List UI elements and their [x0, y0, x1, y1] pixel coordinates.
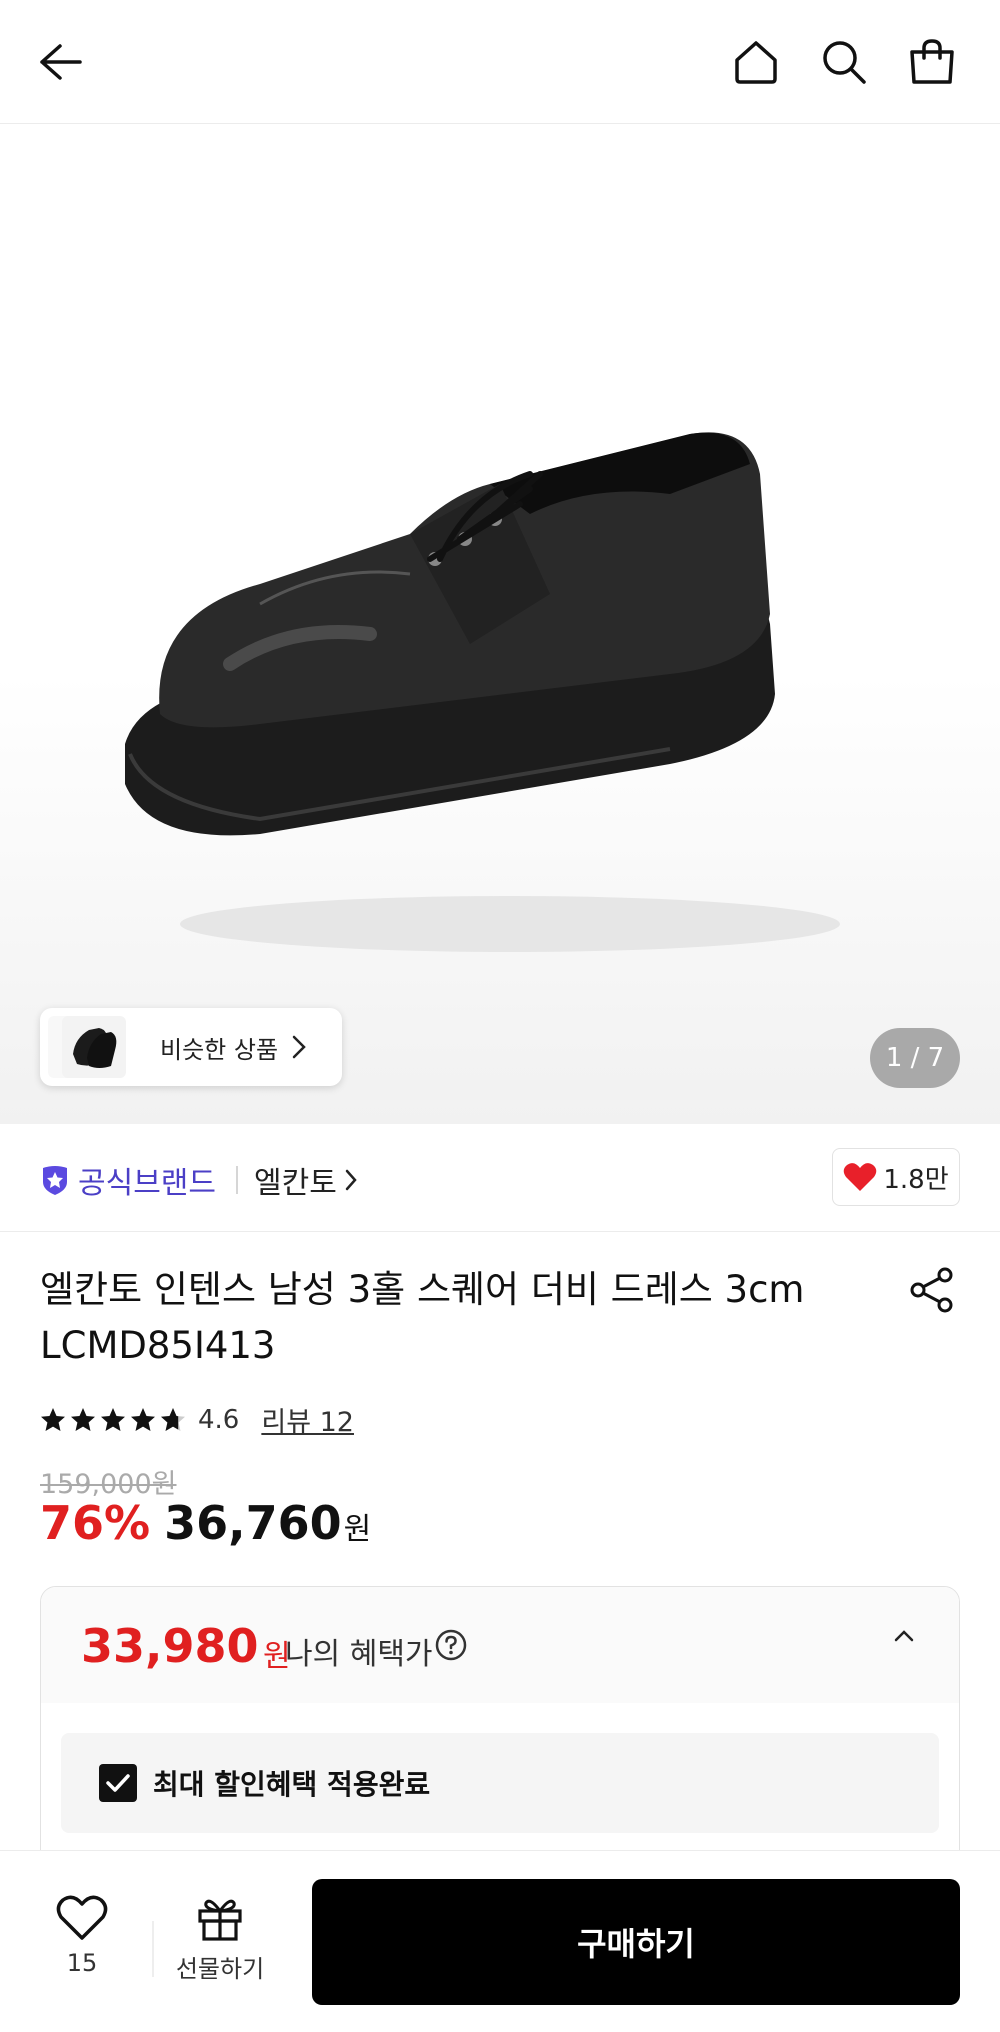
- brand-row: 공식브랜드 엘칸토 1.8만: [0, 1124, 1000, 1232]
- price-unit: 원: [343, 1512, 372, 1547]
- brand-link[interactable]: 엘칸토: [254, 1158, 357, 1202]
- benefit-label: 나의 혜택가: [285, 1637, 433, 1672]
- divider: [152, 1921, 154, 1977]
- benefit-price: 33,980: [81, 1619, 259, 1673]
- divider: [236, 1166, 238, 1194]
- max-discount-label: 최대 할인혜택 적용완료: [153, 1768, 431, 1801]
- wishlist-button[interactable]: 15: [44, 1895, 120, 1977]
- verified-star-badge-icon: [43, 1166, 67, 1195]
- brand-name: 엘칸토: [254, 1166, 337, 1201]
- benefit-header[interactable]: 33,980 원 나의 혜택가: [41, 1587, 959, 1703]
- wishlist-count: 15: [66, 1949, 98, 1977]
- official-brand-badge: 공식브랜드: [40, 1158, 216, 1202]
- gift-label: 선물하기: [175, 1955, 265, 1983]
- star-icon: [101, 1407, 125, 1431]
- home-button[interactable]: [728, 34, 784, 90]
- shopping-bag-icon: [910, 39, 954, 84]
- checkbox-checked[interactable]: [99, 1764, 137, 1802]
- home-icon: [735, 41, 777, 84]
- chevron-right-icon: [345, 1169, 357, 1191]
- similar-products-button[interactable]: 비슷한 상품: [40, 1008, 342, 1086]
- rating-row: 4.6 리뷰 12: [40, 1400, 354, 1439]
- chevron-right-icon: [292, 1035, 306, 1059]
- star-icon: [71, 1407, 95, 1431]
- top-app-bar: [0, 0, 1000, 124]
- star-icon: [41, 1407, 65, 1431]
- bottom-action-bar: 15 선물하기 구매하기: [0, 1850, 1000, 2032]
- sale-price: 36,760: [164, 1496, 342, 1550]
- cart-button[interactable]: [904, 34, 960, 90]
- gift-button[interactable]: 선물하기: [170, 1895, 270, 1984]
- help-question-icon[interactable]: [435, 1629, 467, 1661]
- product-image-carousel[interactable]: 비슷한 상품 1 / 7: [0, 124, 1000, 1124]
- star-icon: [131, 1407, 155, 1431]
- checkmark-icon: [106, 1774, 130, 1792]
- like-count: 1.8만: [883, 1164, 949, 1195]
- discount-percent: 76%: [40, 1496, 151, 1550]
- similar-products-label: 비슷한 상품: [160, 1035, 279, 1064]
- chevron-up-icon[interactable]: [893, 1629, 915, 1643]
- share-button[interactable]: [904, 1262, 960, 1318]
- official-brand-label: 공식브랜드: [78, 1166, 216, 1201]
- buy-button[interactable]: 구매하기: [312, 1879, 960, 2005]
- search-icon: [823, 41, 866, 84]
- arrow-left-icon: [40, 44, 82, 80]
- price-row: 76% 36,760 원: [40, 1496, 371, 1550]
- like-button[interactable]: 1.8만: [832, 1148, 960, 1206]
- benefit-price-panel: 33,980 원 나의 혜택가 최대 할인혜택 적용완료: [40, 1586, 960, 1886]
- product-shoe-image: [125, 432, 840, 952]
- rating-score: 4.6: [198, 1404, 240, 1435]
- review-link[interactable]: 리뷰 12: [261, 1400, 354, 1439]
- back-button[interactable]: [32, 34, 88, 90]
- half-star-icon: [161, 1407, 185, 1431]
- similar-thumbnail: [62, 1016, 126, 1078]
- heart-outline-icon: [56, 1895, 108, 1940]
- product-title: 엘칸토 인텐스 남성 3홀 스퀘어 더비 드레스 3cm LCMD85I413: [40, 1268, 805, 1367]
- image-counter: 1 / 7: [870, 1028, 960, 1088]
- share-icon: [910, 1267, 953, 1313]
- shoe-thumbnail-icon: [73, 1028, 117, 1068]
- heart-filled-icon: [844, 1163, 877, 1191]
- gift-icon: [198, 1899, 242, 1941]
- header-actions: [728, 34, 960, 90]
- search-button[interactable]: [816, 34, 872, 90]
- star-rating: [40, 1407, 186, 1433]
- max-discount-option[interactable]: 최대 할인혜택 적용완료: [61, 1733, 939, 1833]
- similar-thumbnails: [48, 1016, 138, 1078]
